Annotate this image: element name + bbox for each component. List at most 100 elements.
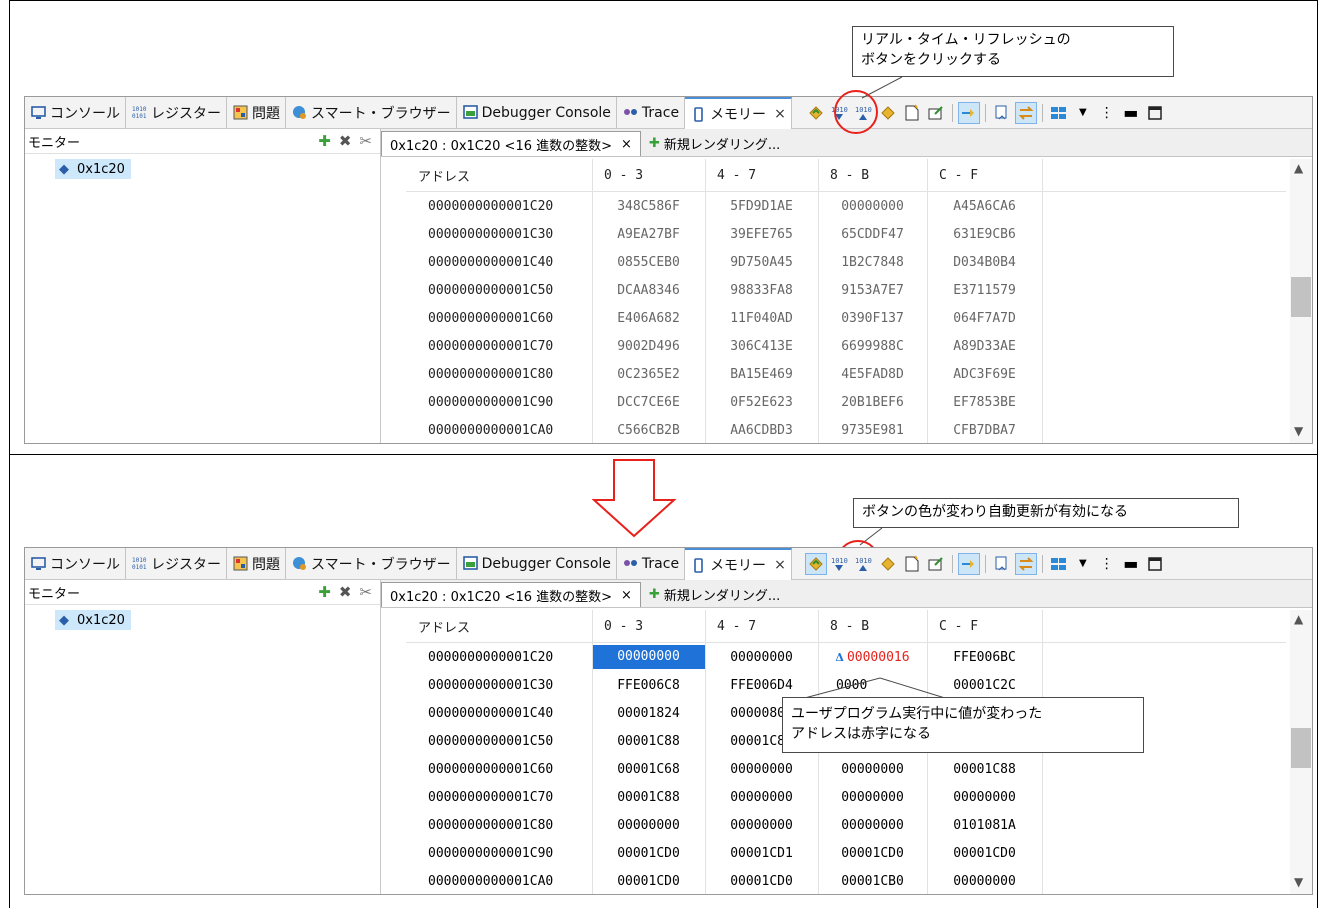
value-cell[interactable]: 0C2365E2 — [592, 367, 705, 382]
value-cell[interactable]: 9D750A45 — [705, 255, 818, 270]
table-row[interactable]: 0000000000001C60 00001C68 00000000 00000000… — [406, 755, 1286, 783]
tab-problems[interactable]: 問題 — [227, 97, 286, 128]
rendering-tab-active[interactable]: 0x1c20 : 0x1C20 <16 進数の整数> × — [381, 131, 641, 156]
table-row[interactable]: 0000000000001C70 9002D496 306C413E 6699988C… — [406, 332, 1286, 360]
tab-memory[interactable]: メモリー × — [685, 97, 792, 129]
table-row[interactable]: 0000000000001C20 00000000 00000000 Δ 0000001… — [406, 643, 1286, 671]
tab-memory-close-icon[interactable]: × — [774, 557, 786, 573]
value-cell[interactable]: 00000000 — [592, 818, 705, 833]
tab-smart-browser[interactable]: スマート・ブラウザー — [286, 548, 457, 579]
table-row[interactable]: 0000000000001C50 DCAA8346 98833FA8 9153A7E7… — [406, 276, 1286, 304]
value-cell[interactable]: 00001CD0 — [927, 846, 1042, 861]
layout-menu-button[interactable] — [1048, 553, 1070, 575]
monitor-item[interactable]: ◆ 0x1c20 — [55, 159, 131, 179]
table-row[interactable]: 0000000000001C40 0855CEB0 9D750A45 1B2C7848… — [406, 248, 1286, 276]
value-cell[interactable]: 00001CD1 — [705, 846, 818, 861]
value-cell[interactable]: E406A682 — [592, 311, 705, 326]
value-cell[interactable]: 39EFE765 — [705, 227, 818, 242]
remove-monitor-icon[interactable]: ✖ — [339, 583, 352, 601]
add-monitor-icon[interactable]: ✚ — [318, 583, 331, 601]
tab-console[interactable]: コンソール — [25, 97, 126, 128]
new-rendering-tab[interactable]: ✚ 新規レンダリング... — [641, 582, 788, 607]
table-row[interactable]: 0000000000001C20 348C586F 5FD9D1AE 00000000… — [406, 192, 1286, 220]
value-cell[interactable]: 0F52E623 — [705, 395, 818, 410]
value-cell[interactable]: 9153A7E7 — [818, 283, 927, 298]
refresh-button[interactable] — [877, 553, 899, 575]
value-cell[interactable]: 00000000 — [927, 874, 1042, 889]
table-row[interactable]: 0000000000001C30 A9EA27BF 39EFE765 65CDDF47… — [406, 220, 1286, 248]
selected-value-cell[interactable]: 00000000 — [592, 645, 705, 669]
value-cell[interactable]: 00001C88 — [592, 790, 705, 805]
scroll-up-icon[interactable]: ▲ — [1294, 161, 1303, 175]
value-cell[interactable]: A9EA27BF — [592, 227, 705, 242]
value-cell[interactable]: C566CB2B — [592, 423, 705, 438]
value-cell[interactable]: FFE006BC — [927, 650, 1042, 665]
value-cell[interactable]: 98833FA8 — [705, 283, 818, 298]
value-cell[interactable]: 6699988C — [818, 339, 927, 354]
scroll-down-icon[interactable]: ▼ — [1294, 875, 1303, 889]
value-cell[interactable]: A89D33AE — [927, 339, 1042, 354]
add-rendering-button[interactable] — [991, 102, 1013, 124]
tab-memory[interactable]: メモリー × — [685, 548, 792, 580]
tab-memory-close-icon[interactable]: × — [774, 106, 786, 122]
value-cell[interactable]: 00000000 — [818, 790, 927, 805]
value-cell[interactable]: 00001C88 — [927, 762, 1042, 777]
export-binary-button[interactable]: 1010 — [829, 553, 851, 575]
scroll-thumb[interactable] — [1291, 728, 1311, 768]
vertical-scrollbar[interactable]: ▲ ▼ — [1290, 610, 1312, 894]
tab-trace[interactable]: Trace — [617, 97, 686, 128]
value-cell[interactable]: 65CDDF47 — [818, 227, 927, 242]
toggle-split-button[interactable] — [1014, 101, 1037, 124]
remove-monitor-icon[interactable]: ✖ — [339, 132, 352, 150]
value-cell[interactable]: 00000000 — [818, 818, 927, 833]
value-cell[interactable]: CFB7DBA7 — [927, 423, 1042, 438]
value-cell[interactable]: 0101081A — [927, 818, 1042, 833]
table-row[interactable]: 0000000000001C90 00001CD0 00001CD1 00001CD0… — [406, 839, 1286, 867]
value-cell[interactable]: 00001CD0 — [705, 874, 818, 889]
value-cell[interactable]: 0390F137 — [818, 311, 927, 326]
view-menu-icon[interactable]: ⋮ — [1096, 102, 1118, 124]
link-button[interactable] — [957, 552, 980, 575]
changed-value-cell[interactable]: Δ 00000016 — [818, 650, 927, 665]
add-monitor-icon[interactable]: ✚ — [318, 132, 331, 150]
value-cell[interactable]: 20B1BEF6 — [818, 395, 927, 410]
value-cell[interactable]: 00000000 — [818, 199, 927, 214]
value-cell[interactable]: 00001CD0 — [818, 846, 927, 861]
value-cell[interactable]: DCAA8346 — [592, 283, 705, 298]
table-row[interactable]: 0000000000001C90 DCC7CE6E 0F52E623 20B1BEF6… — [406, 388, 1286, 416]
table-row[interactable]: 0000000000001CA0 00001CD0 00001CD0 00001CB0… — [406, 867, 1286, 894]
value-cell[interactable]: 348C586F — [592, 199, 705, 214]
tab-debugger-console[interactable]: Debugger Console — [457, 548, 617, 579]
new-file-button[interactable] — [901, 553, 923, 575]
value-cell[interactable]: 00000000 — [818, 762, 927, 777]
minimize-icon[interactable]: ▬ — [1120, 553, 1142, 575]
value-cell[interactable]: 00000000 — [705, 818, 818, 833]
value-cell[interactable]: 00001C68 — [592, 762, 705, 777]
value-cell[interactable]: 00001CD0 — [592, 846, 705, 861]
table-row[interactable]: 0000000000001C80 0C2365E2 BA15E469 4E5FAD8D… — [406, 360, 1286, 388]
value-cell[interactable]: 00000000 — [705, 650, 818, 665]
toggle-split-button[interactable] — [1014, 552, 1037, 575]
value-cell[interactable]: A45A6CA6 — [927, 199, 1042, 214]
scroll-thumb[interactable] — [1291, 277, 1311, 317]
value-cell[interactable]: 1B2C7848 — [818, 255, 927, 270]
tab-debugger-console[interactable]: Debugger Console — [457, 97, 617, 128]
value-cell[interactable]: ADC3F69E — [927, 367, 1042, 382]
tab-registers[interactable]: 1010 0101 レジスター — [126, 97, 227, 128]
import-binary-button[interactable]: 1010 — [853, 553, 875, 575]
value-cell[interactable]: 9735E981 — [818, 423, 927, 438]
tab-console[interactable]: コンソール — [25, 548, 126, 579]
value-cell[interactable]: 00000000 — [927, 790, 1042, 805]
rendering-tab-close-icon[interactable]: × — [621, 588, 632, 603]
rendering-tab-close-icon[interactable]: × — [621, 137, 632, 152]
scroll-up-icon[interactable]: ▲ — [1294, 612, 1303, 626]
value-cell[interactable]: 00001824 — [592, 706, 705, 721]
value-cell[interactable]: 631E9CB6 — [927, 227, 1042, 242]
value-cell[interactable]: 00001C88 — [592, 734, 705, 749]
value-cell[interactable]: AA6CDBD3 — [705, 423, 818, 438]
export-button[interactable] — [925, 102, 947, 124]
value-cell[interactable]: EF7853BE — [927, 395, 1042, 410]
realtime-refresh-button[interactable] — [805, 102, 827, 124]
tab-smart-browser[interactable]: スマート・ブラウザー — [286, 97, 457, 128]
link-button[interactable] — [957, 101, 980, 124]
